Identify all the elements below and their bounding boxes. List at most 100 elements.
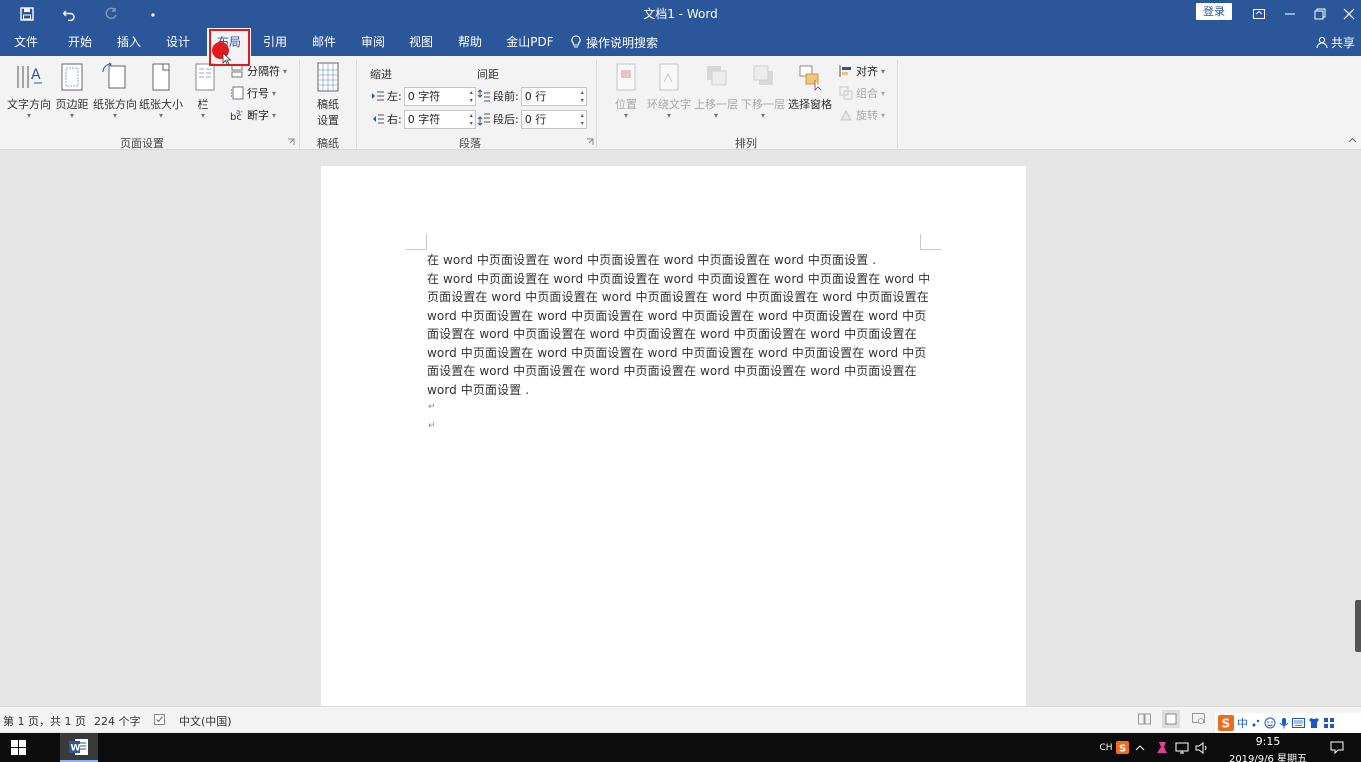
print-layout-button[interactable] xyxy=(1162,710,1180,728)
clock-time[interactable]: 9:15 xyxy=(1240,735,1296,748)
minimize-button[interactable] xyxy=(1275,0,1305,28)
notification-icon xyxy=(1330,741,1344,754)
breaks-icon xyxy=(231,64,243,78)
proofing-icon[interactable] xyxy=(154,714,166,725)
language-status[interactable]: 中文(中国) xyxy=(179,713,232,729)
taskbar-word-app[interactable]: W xyxy=(60,733,98,762)
margin-corner-top-left xyxy=(406,234,427,250)
tab-kingsoft-pdf[interactable]: 金山PDF xyxy=(503,28,557,56)
document-line: 在 word 中页面设置在 word 中页面设置在 word 中页面设置在 wo… xyxy=(427,253,877,267)
speaker-icon xyxy=(1195,741,1207,754)
bring-forward-button[interactable]: 上移一层 ▾ xyxy=(694,60,738,120)
text-direction-button[interactable]: A 文字方向 ▾ xyxy=(6,60,52,120)
microphone-icon[interactable] xyxy=(1279,717,1289,729)
wrap-text-button[interactable]: 环绕文字 ▾ xyxy=(646,60,692,120)
size-button[interactable]: 纸张大小 ▾ xyxy=(139,60,183,120)
svg-text:S: S xyxy=(1222,717,1231,731)
hyphenation-button[interactable]: bc a- 断字 ▾ xyxy=(230,106,276,124)
indent-left-input[interactable]: 0 字符 ▴ ▾ xyxy=(403,86,476,106)
paper-size-icon xyxy=(152,63,170,91)
line-numbers-button[interactable]: 行号 ▾ xyxy=(230,84,276,102)
show-hidden-icons-button[interactable] xyxy=(1132,733,1148,762)
send-backward-icon xyxy=(753,65,773,85)
tell-me-search[interactable]: 操作说明搜索 xyxy=(570,28,658,56)
sogou-tray-icon[interactable]: S xyxy=(1114,733,1130,762)
tab-insert[interactable]: 插入 xyxy=(107,28,151,56)
group-objects-icon xyxy=(839,86,853,100)
tray-app-icon[interactable] xyxy=(1154,733,1170,762)
action-center-button[interactable] xyxy=(1322,733,1352,762)
start-button[interactable] xyxy=(0,733,36,762)
spacing-after-icon xyxy=(477,113,490,126)
margin-corner-top-right xyxy=(920,234,941,250)
tab-design[interactable]: 设计 xyxy=(156,28,200,56)
align-button[interactable]: 对齐 ▾ xyxy=(839,62,885,80)
position-button[interactable]: 位置 ▾ xyxy=(608,60,644,120)
web-layout-icon[interactable] xyxy=(1192,713,1205,725)
tab-home[interactable]: 开始 xyxy=(58,28,102,56)
spacing-after-row: 段后: 0 行 ▴ ▾ xyxy=(477,109,587,129)
margins-icon xyxy=(61,63,83,91)
word-count-status[interactable]: 224 个字 xyxy=(94,713,141,729)
clock-date[interactable]: 2019/9/6 星期五 xyxy=(1220,750,1316,762)
document-line: 页面设置在 word 中页面设置在 word 中页面设置在 word 中页面设置… xyxy=(427,290,929,304)
tab-mailings[interactable]: 邮件 xyxy=(302,28,346,56)
indent-left-icon xyxy=(372,91,384,101)
document-area: 在 word 中页面设置在 word 中页面设置在 word 中页面设置在 wo… xyxy=(0,150,1361,706)
minimize-icon xyxy=(1285,13,1295,15)
document-line: word 中页面设置在 word 中页面设置在 word 中页面设置在 word… xyxy=(427,346,927,360)
position-icon xyxy=(616,63,636,91)
menu-tabs-bar: 文件 开始 插入 设计 布局 引用 邮件 审阅 视图 帮助 金山PDF 操作说明… xyxy=(0,28,1361,56)
svg-text:A: A xyxy=(31,67,41,83)
spacing-after-input[interactable]: 0 行 ▴ ▾ xyxy=(520,109,587,129)
group-divider xyxy=(897,60,898,148)
input-indicator[interactable]: CH xyxy=(1098,733,1114,762)
keyboard-icon[interactable] xyxy=(1292,718,1305,728)
login-button[interactable]: 登录 xyxy=(1196,3,1232,20)
toolbox-icon[interactable] xyxy=(1323,717,1335,729)
text-direction-icon: A xyxy=(17,66,42,88)
page-count-status[interactable]: 第 1 页，共 1 页 xyxy=(3,713,86,729)
tab-file[interactable]: 文件 xyxy=(4,28,48,56)
spacing-before-icon xyxy=(477,89,490,102)
taskbar: W CH S 9:15 2019/9/6 星期五 xyxy=(0,733,1361,762)
emoji-icon[interactable] xyxy=(1264,717,1276,729)
paragraph-dialog-launcher-icon[interactable] xyxy=(586,138,594,146)
collapse-ribbon-icon[interactable] xyxy=(1348,136,1357,145)
read-mode-icon[interactable] xyxy=(1138,713,1151,725)
spacing-before-input[interactable]: 0 行 ▴ ▾ xyxy=(520,86,587,106)
send-backward-button[interactable]: 下移一层 ▾ xyxy=(741,60,785,120)
tab-view[interactable]: 视图 xyxy=(399,28,443,56)
network-tray-icon[interactable] xyxy=(1174,733,1190,762)
restore-button[interactable] xyxy=(1305,0,1335,28)
columns-button[interactable]: 栏 ▾ xyxy=(189,60,217,120)
ime-toolbar[interactable]: S 中 xyxy=(1215,713,1361,733)
share-button[interactable]: 共享 xyxy=(1316,28,1355,56)
close-button[interactable] xyxy=(1334,0,1361,28)
spacing-before-row: 段前: 0 行 ▴ ▾ xyxy=(477,86,587,106)
group-divider xyxy=(356,60,357,148)
ribbon-display-options-button[interactable] xyxy=(1244,0,1274,28)
document-page[interactable]: 在 word 中页面设置在 word 中页面设置在 word 中页面设置在 wo… xyxy=(321,166,1026,706)
lightbulb-icon xyxy=(571,35,581,48)
close-icon xyxy=(1343,8,1355,20)
group-objects-button[interactable]: 组合 ▾ xyxy=(839,84,885,102)
page-setup-dialog-launcher-icon[interactable] xyxy=(287,138,295,146)
ime-language-label[interactable]: 中 xyxy=(1237,715,1248,731)
punctuation-icon[interactable] xyxy=(1251,717,1261,729)
selection-pane-button[interactable]: 选择窗格 xyxy=(787,60,833,112)
margins-button[interactable]: 页边距 ▾ xyxy=(54,60,90,120)
volume-tray-icon[interactable] xyxy=(1194,733,1210,762)
tab-help[interactable]: 帮助 xyxy=(448,28,492,56)
status-bar: 第 1 页，共 1 页 224 个字 中文(中国) xyxy=(0,706,1361,732)
tab-references[interactable]: 引用 xyxy=(253,28,297,56)
indent-right-input[interactable]: 0 字符 ▴ ▾ xyxy=(403,109,476,129)
rotate-button[interactable]: 旋转 ▾ xyxy=(839,106,885,124)
document-line: word 中页面设置 . xyxy=(427,383,530,397)
manuscript-settings-button[interactable]: 稿纸 设置 xyxy=(309,60,347,128)
tab-review[interactable]: 审阅 xyxy=(351,28,395,56)
paragraph-mark: ↵ xyxy=(428,402,436,412)
skin-icon[interactable] xyxy=(1308,717,1320,729)
scrollbar-handle[interactable] xyxy=(1355,600,1361,652)
orientation-button[interactable]: 纸张方向 ▾ xyxy=(93,60,137,120)
